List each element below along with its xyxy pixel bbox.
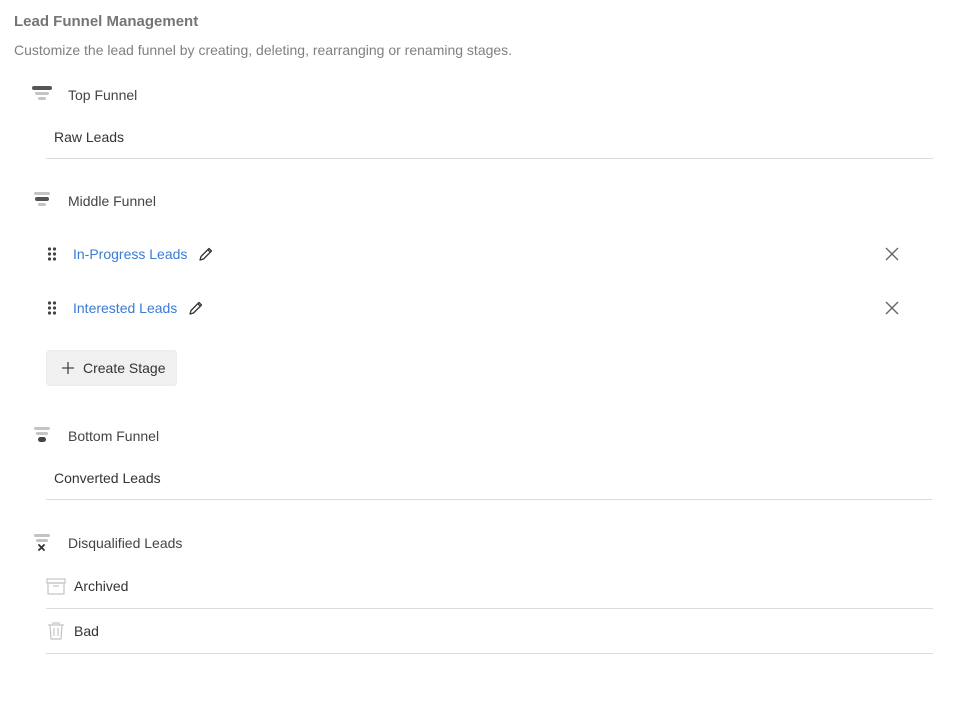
funnel-top-icon bbox=[32, 84, 52, 106]
create-stage-label: Create Stage bbox=[83, 360, 166, 376]
funnel-bottom-icon bbox=[32, 425, 52, 447]
close-icon[interactable] bbox=[882, 298, 902, 318]
disqualified-label: Bad bbox=[74, 623, 99, 639]
pencil-icon[interactable] bbox=[197, 245, 215, 263]
section-title: Bottom Funnel bbox=[68, 428, 160, 444]
disqualified-row-archived: Archived bbox=[46, 564, 933, 609]
close-icon[interactable] bbox=[882, 244, 902, 264]
section-bottom-funnel: Bottom Funnel bbox=[32, 424, 159, 448]
disqualified-row-bad: Bad bbox=[46, 609, 933, 654]
section-title: Disqualified Leads bbox=[68, 535, 183, 551]
disqualified-label: Archived bbox=[74, 578, 129, 594]
page-subtitle: Customize the lead funnel by creating, d… bbox=[14, 42, 513, 58]
create-stage-button[interactable]: Create Stage bbox=[46, 350, 177, 386]
stage-name-link[interactable]: Interested Leads bbox=[73, 300, 177, 316]
section-top-funnel: Top Funnel bbox=[32, 83, 137, 107]
drag-handle-icon[interactable] bbox=[44, 300, 60, 316]
stage-row-raw-leads: Raw Leads bbox=[46, 115, 933, 159]
trash-icon bbox=[46, 621, 66, 641]
section-middle-funnel: Middle Funnel bbox=[32, 189, 156, 213]
funnel-disqualified-icon bbox=[32, 532, 52, 554]
stage-label: Converted Leads bbox=[54, 469, 161, 486]
stage-label: Raw Leads bbox=[54, 128, 125, 145]
section-title: Middle Funnel bbox=[68, 193, 156, 209]
stage-name-link[interactable]: In-Progress Leads bbox=[73, 246, 187, 262]
stage-row-converted-leads: Converted Leads bbox=[46, 456, 932, 500]
pencil-icon[interactable] bbox=[187, 299, 205, 317]
drag-handle-icon[interactable] bbox=[44, 246, 60, 262]
section-disqualified-leads: Disqualified Leads bbox=[32, 531, 182, 555]
funnel-middle-icon bbox=[32, 190, 52, 212]
archive-icon bbox=[46, 576, 66, 596]
stage-row-in-progress: In-Progress Leads bbox=[44, 238, 910, 270]
stage-row-interested: Interested Leads bbox=[44, 292, 910, 324]
section-title: Top Funnel bbox=[68, 87, 138, 103]
page-title: Lead Funnel Management bbox=[14, 13, 199, 30]
plus-icon bbox=[61, 361, 75, 375]
